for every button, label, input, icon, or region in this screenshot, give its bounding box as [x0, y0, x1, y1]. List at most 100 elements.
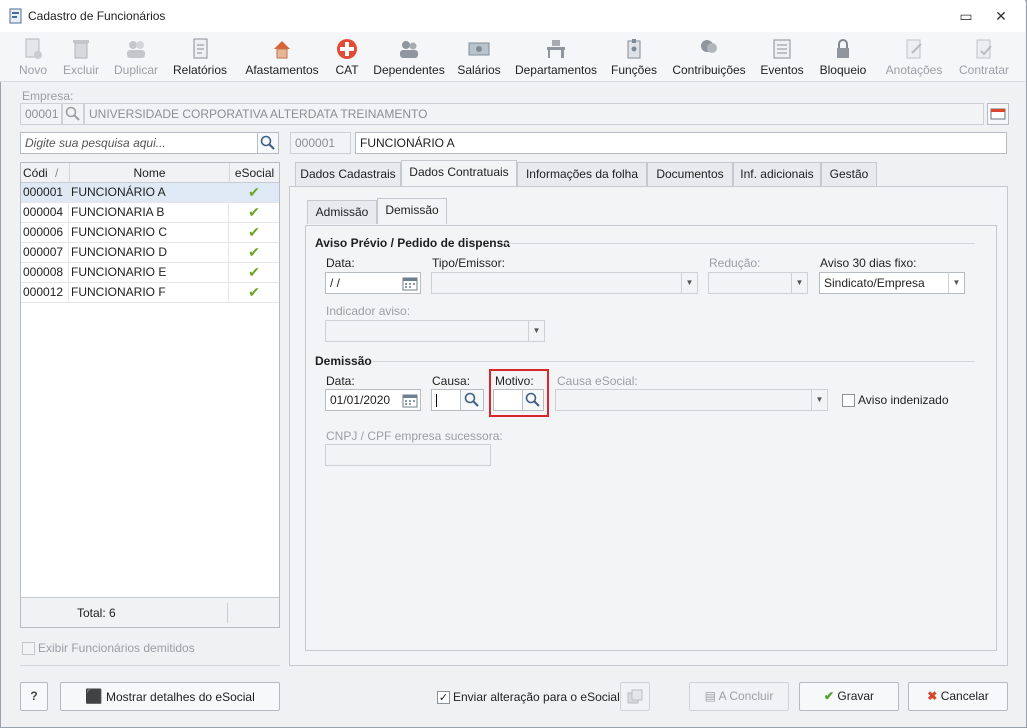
demissao-section-title: Demissão	[315, 354, 372, 368]
concluir-button: ▤ A Concluir	[689, 682, 789, 711]
check-icon: ✔	[248, 244, 260, 260]
main-tabs: Dados Cadastrais Dados Contratuais Infor…	[289, 160, 1008, 189]
money-icon	[468, 42, 490, 56]
subtab-admissao[interactable]: Admissão	[307, 200, 377, 224]
motivo-input[interactable]	[493, 389, 523, 411]
header-name[interactable]: Nome	[69, 163, 229, 183]
new-doc-icon	[25, 38, 42, 59]
tab-documentos[interactable]: Documentos	[647, 162, 733, 186]
demissao-data-field[interactable]: 01/01/2020	[325, 389, 421, 411]
toolbar-cat-button[interactable]: CAT	[330, 34, 364, 80]
show-dismissed-label: Exibir Funcionários demitidos	[38, 641, 195, 655]
header-code[interactable]: Códi	[23, 166, 48, 180]
red-cross-icon	[337, 39, 357, 59]
aviso-indenizado-label: Aviso indenizado	[858, 393, 949, 407]
title-bar: Cadastro de Funcionários ▭ ✕	[0, 0, 1025, 32]
chevron-down-icon: ▼	[791, 273, 807, 293]
toolbar-anotacoes-button[interactable]: Anotações	[880, 34, 948, 80]
empresa-card-button[interactable]	[987, 103, 1009, 125]
printer-icon: ▤	[704, 689, 716, 703]
check-icon: ✔	[248, 224, 260, 240]
toolbar-dependentes-button[interactable]: Dependentes	[370, 34, 448, 80]
calendar-icon[interactable]	[402, 275, 418, 293]
desk-icon	[547, 40, 565, 58]
send-change-checkbox[interactable]: ✓	[437, 691, 450, 704]
indicador-aviso-select: ▼	[325, 320, 545, 342]
tab-dados-cadastrais[interactable]: Dados Cadastrais	[295, 162, 401, 186]
close-button[interactable]: ✕	[990, 7, 1012, 25]
table-row[interactable]: 000008 FUNCIONARIO E ✔	[21, 263, 279, 283]
tab-inf-adicionais[interactable]: Inf. adicionais	[733, 162, 821, 186]
header-sort-indicator: /	[55, 166, 59, 180]
restore-button[interactable]: ▭	[955, 7, 977, 25]
header-esocial[interactable]: eSocial	[229, 163, 279, 183]
check-icon: ✔	[248, 264, 260, 280]
motivo-search-button[interactable]	[522, 389, 544, 411]
toolbar-relatorios-button[interactable]: Relatórios	[168, 34, 232, 80]
search-icon	[260, 135, 275, 150]
causa-label: Causa:	[432, 374, 471, 388]
aviso-indenizado-checkbox[interactable]	[842, 394, 855, 407]
aviso30-select[interactable]: Sindicato/Empresa ▼	[819, 272, 965, 294]
grid-col-divider	[228, 183, 229, 303]
toolbar-salarios-button[interactable]: Salários	[454, 34, 504, 80]
causa-input[interactable]	[431, 389, 461, 411]
lock-icon	[837, 39, 849, 58]
employee-name-field[interactable]: FUNCIONÁRIO A	[355, 132, 1007, 154]
toolbar: Novo Excluir Duplicar Relatórios Afastam…	[0, 32, 1025, 82]
chevron-down-icon: ▼	[811, 390, 827, 410]
aviso30-label: Aviso 30 dias fixo:	[820, 256, 917, 270]
list-icon	[773, 39, 791, 59]
toolbar-bloqueio-button[interactable]: Bloqueio	[814, 34, 872, 80]
toolbar-afastamentos-button[interactable]: Afastamentos	[240, 34, 324, 80]
toolbar-novo-button[interactable]: Novo	[12, 34, 54, 80]
employee-grid: Códi / Nome eSocial 000001 FUNCIONÁRIO A…	[20, 162, 280, 628]
users-icon	[127, 41, 145, 58]
search-input[interactable]: Digite sua pesquisa aqui...	[20, 132, 258, 154]
help-button[interactable]: ?	[20, 682, 48, 711]
subtab-demissao[interactable]: Demissão	[377, 198, 447, 224]
close-icon: ✖	[927, 689, 938, 703]
causa-esocial-select: ▼	[555, 389, 828, 411]
table-row[interactable]: 000007 FUNCIONARIO D ✔	[21, 243, 279, 263]
toolbar-contratar-button[interactable]: Contratar	[954, 34, 1014, 80]
toolbar-duplicar-button[interactable]: Duplicar	[110, 34, 162, 80]
tab-gestao[interactable]: Gestão	[821, 162, 877, 186]
toolbar-eventos-button[interactable]: Eventos	[758, 34, 806, 80]
table-row[interactable]: 000001 FUNCIONÁRIO A ✔	[21, 183, 279, 203]
calendar-icon[interactable]	[402, 392, 418, 410]
chevron-down-icon[interactable]: ▼	[948, 273, 964, 293]
toolbar-funcoes-button[interactable]: Funções	[608, 34, 660, 80]
grid-total: Total: 6	[77, 606, 116, 620]
search-icon	[65, 106, 80, 121]
trash-icon	[73, 40, 89, 59]
table-row[interactable]: 000012 FUNCIONARIO F ✔	[21, 283, 279, 303]
toolbar-contribuicoes-button[interactable]: Contribuições	[668, 34, 750, 80]
gravar-button[interactable]: ✔ Gravar	[799, 682, 899, 711]
search-button[interactable]	[257, 132, 279, 154]
note-icon	[906, 39, 922, 59]
tab-informacoes-folha[interactable]: Informações da folha	[517, 162, 647, 186]
tipo-emissor-select: ▼	[431, 272, 698, 294]
toolbar-departamentos-button[interactable]: Departamentos	[510, 34, 602, 80]
cancelar-button[interactable]: ✖ Cancelar	[908, 682, 1008, 711]
table-row[interactable]: 000006 FUNCIONARIO C ✔	[21, 223, 279, 243]
chevron-down-icon: ▼	[681, 273, 697, 293]
search-icon	[525, 392, 540, 407]
check-icon: ✔	[823, 689, 835, 703]
send-esocial-button	[620, 682, 650, 711]
reducao-select: ▼	[708, 272, 808, 294]
window-title: Cadastro de Funcionários	[28, 9, 166, 23]
esocial-icon: ⬛	[85, 688, 103, 704]
aviso-data-label: Data:	[326, 256, 355, 270]
aviso-data-field[interactable]: / /	[325, 272, 421, 294]
empresa-name-field: UNIVERSIDADE CORPORATIVA ALTERDATA TREIN…	[84, 103, 984, 125]
show-dismissed-checkbox[interactable]	[22, 642, 35, 655]
empresa-search-button	[62, 103, 84, 125]
esocial-details-button[interactable]: ⬛ Mostrar detalhes do eSocial	[60, 682, 280, 711]
toolbar-excluir-button[interactable]: Excluir	[58, 34, 104, 80]
tab-dados-contratuais[interactable]: Dados Contratuais	[401, 160, 517, 186]
causa-search-button[interactable]	[460, 389, 484, 411]
table-row[interactable]: 000004 FUNCIONARIA B ✔	[21, 203, 279, 223]
footer-divider	[227, 603, 228, 623]
